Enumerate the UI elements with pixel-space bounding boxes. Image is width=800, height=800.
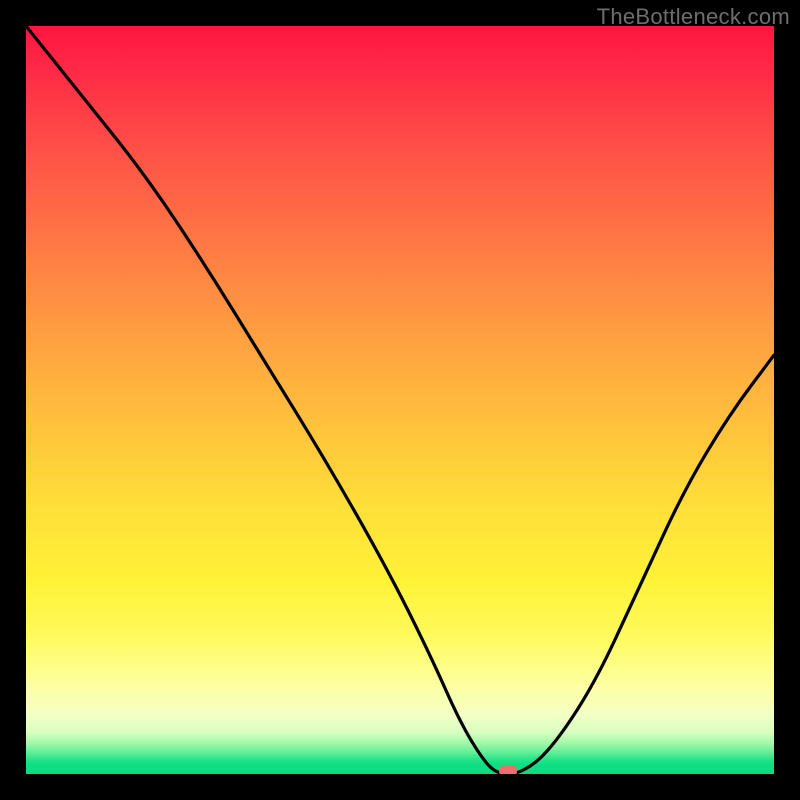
plot-area	[26, 26, 774, 774]
watermark-text: TheBottleneck.com	[597, 4, 790, 30]
bottleneck-curve	[26, 26, 774, 774]
optimal-marker	[499, 765, 517, 774]
chart-frame: TheBottleneck.com	[0, 0, 800, 800]
